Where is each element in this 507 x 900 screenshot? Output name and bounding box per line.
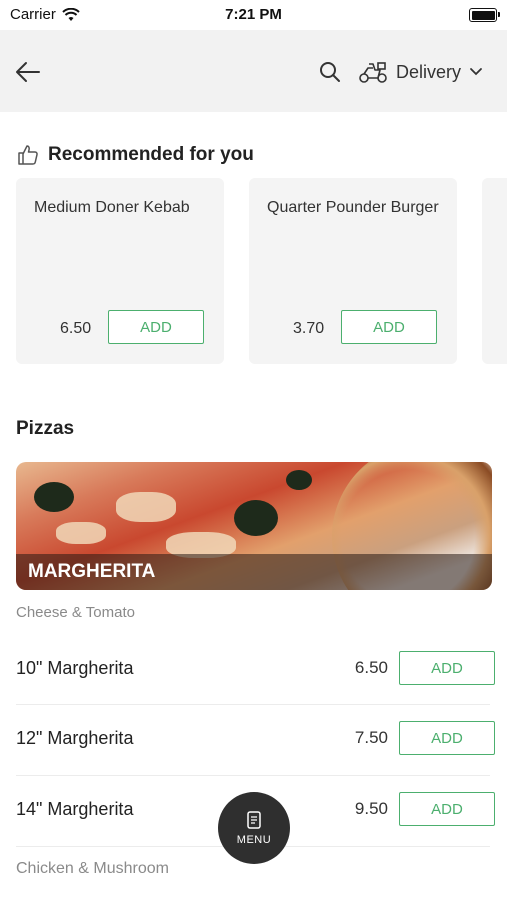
delivery-selector[interactable]: Delivery: [358, 58, 483, 86]
menu-item-name: 10" Margherita: [16, 658, 134, 678]
recommended-item-name: Quarter Pounder Burger: [267, 199, 439, 216]
search-icon: [320, 62, 340, 82]
recommended-item-price: 3.70: [293, 320, 325, 337]
menu-item-price: 7.50: [354, 728, 388, 747]
add-button[interactable]: ADD: [399, 792, 495, 826]
delivery-label: Delivery: [396, 61, 462, 82]
status-bar: Carrier 7:21 PM: [0, 0, 507, 30]
recommended-card[interactable]: Medium Doner Kebab 6.50 ADD: [16, 178, 224, 364]
add-button[interactable]: ADD: [399, 651, 495, 685]
recommended-item-price: 6.50: [60, 320, 92, 337]
menu-button-label: MENU: [236, 834, 272, 846]
top-nav-bar: Delivery: [0, 30, 507, 112]
recommended-card[interactable]: Quarter Pounder Burger 3.70 ADD: [249, 178, 457, 364]
basil-graphic: [286, 470, 312, 490]
recommended-card-peek[interactable]: [482, 178, 507, 364]
menu-item-name: 12" Margherita: [16, 728, 134, 748]
add-button[interactable]: ADD: [108, 310, 204, 344]
menu-item-name: 14" Margherita: [16, 799, 134, 819]
category-banner[interactable]: MARGHERITA: [16, 462, 492, 590]
mozzarella-graphic: [116, 492, 176, 522]
category-description: Chicken & Mushroom: [16, 860, 169, 877]
category-description: Cheese & Tomato: [16, 604, 135, 621]
menu-book-icon: [247, 811, 261, 829]
basil-graphic: [234, 500, 278, 536]
thumbs-up-icon: [18, 145, 38, 165]
recommended-title: Recommended for you: [48, 144, 254, 165]
menu-item-row: 10" Margherita 6.50 ADD: [16, 636, 495, 706]
menu-item-price: 9.50: [354, 799, 388, 818]
recommended-carousel[interactable]: Medium Doner Kebab 6.50 ADD Quarter Poun…: [16, 178, 507, 366]
recommended-header: Recommended for you: [16, 143, 254, 167]
add-button[interactable]: ADD: [399, 721, 495, 755]
mozzarella-graphic: [56, 522, 106, 544]
category-banner-label: MARGHERITA: [16, 554, 492, 590]
scooter-icon: [359, 62, 387, 83]
menu-item-row: 12" Margherita 7.50 ADD: [16, 706, 495, 776]
section-title-pizzas: Pizzas: [16, 418, 75, 439]
battery-icon: [469, 8, 500, 22]
search-button[interactable]: [318, 60, 342, 84]
basil-graphic: [34, 482, 74, 512]
menu-button[interactable]: MENU: [218, 792, 290, 864]
divider: [16, 775, 490, 776]
status-time: 7:21 PM: [225, 6, 282, 23]
add-button[interactable]: ADD: [341, 310, 437, 344]
back-button[interactable]: [14, 58, 42, 86]
back-arrow-icon: [16, 62, 40, 82]
chevron-down-icon: [470, 68, 482, 76]
recommended-item-name: Medium Doner Kebab: [34, 199, 190, 216]
menu-item-price: 6.50: [354, 658, 388, 677]
divider: [16, 704, 490, 705]
